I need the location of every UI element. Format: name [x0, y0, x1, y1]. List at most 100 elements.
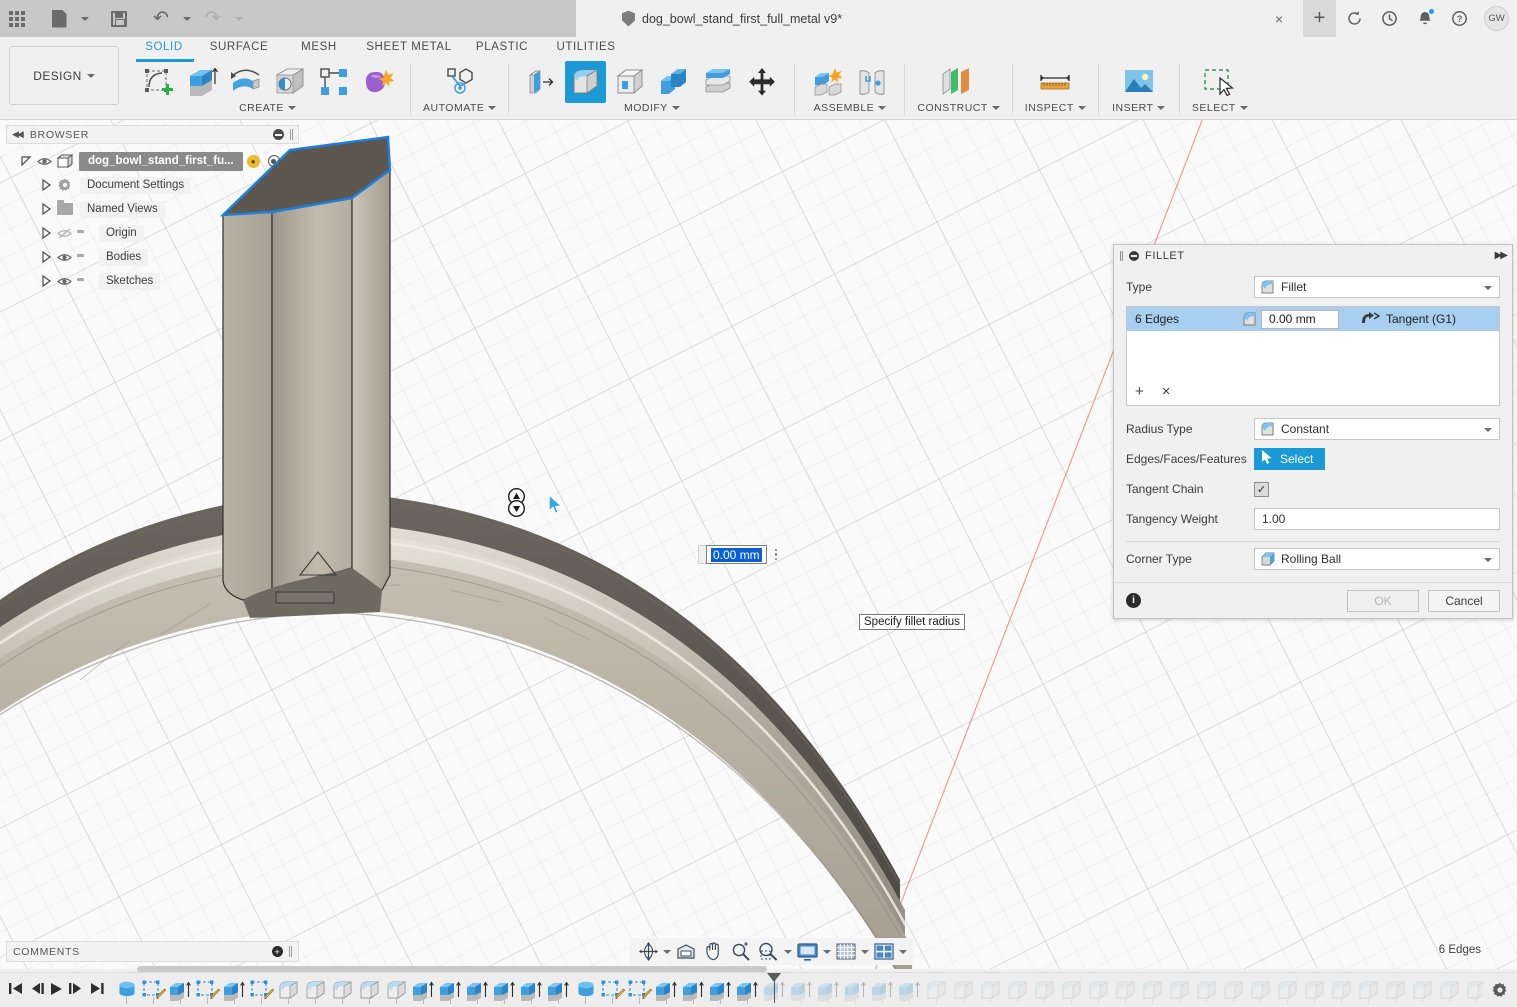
timeline-feature-fillet[interactable]: [950, 977, 977, 1003]
add-comment-icon[interactable]: +: [272, 946, 283, 957]
inline-radius-input-group[interactable]: 0.00 mm: [698, 545, 777, 564]
grid-dropdown-caret-icon[interactable]: [861, 950, 869, 954]
go-to-end-button[interactable]: [90, 982, 104, 998]
inline-input-drag-handle[interactable]: [698, 545, 706, 564]
timeline-feature-extrude[interactable]: [518, 977, 545, 1003]
avatar[interactable]: GW: [1484, 6, 1509, 31]
fillet-type-select[interactable]: Fillet: [1254, 276, 1500, 298]
timeline-feature-fillet[interactable]: [1409, 977, 1436, 1003]
comments-panel[interactable]: COMMENTS +: [6, 941, 299, 962]
corner-type-select[interactable]: Rolling Ball: [1254, 548, 1500, 570]
timeline-feature-extrude[interactable]: [545, 977, 572, 1003]
timeline-feature-fillet[interactable]: [1004, 977, 1031, 1003]
comments-resize-grip[interactable]: [289, 946, 292, 957]
timeline-feature-sketch-edit[interactable]: [194, 977, 221, 1003]
timeline-feature-fillet[interactable]: [1463, 977, 1483, 1003]
ribbon-group-create-label[interactable]: CREATE: [239, 102, 296, 114]
fillet-button[interactable]: [565, 61, 606, 103]
viewports-icon[interactable]: [871, 940, 897, 964]
chevron-right-icon[interactable]: [40, 227, 52, 239]
step-back-button[interactable]: [29, 982, 44, 998]
tangency-weight-input[interactable]: 1.00: [1254, 508, 1500, 530]
timeline-feature-sketch-edit[interactable]: [248, 977, 275, 1003]
visibility-eye-off-icon[interactable]: [55, 228, 74, 239]
press-pull-button[interactable]: [521, 61, 562, 103]
timeline-feature-fillet[interactable]: [1220, 977, 1247, 1003]
timeline-feature-fillet[interactable]: [1112, 977, 1139, 1003]
visibility-eye-icon[interactable]: [55, 276, 74, 287]
timeline-feature-extrude[interactable]: [815, 977, 842, 1003]
timeline-feature-fillet[interactable]: [1274, 977, 1301, 1003]
ok-button[interactable]: OK: [1347, 590, 1419, 612]
browser-minimize-icon[interactable]: [273, 129, 284, 140]
dialog-expand-icon[interactable]: ▶▶: [1495, 250, 1506, 261]
timeline-feature-fillet[interactable]: [1085, 977, 1112, 1003]
new-tab-button[interactable]: +: [1303, 0, 1336, 37]
tab-mesh[interactable]: MESH: [282, 37, 356, 57]
collapse-browser-icon[interactable]: ◀◀: [12, 129, 22, 140]
hole-button[interactable]: [269, 61, 310, 103]
measure-button[interactable]: [1027, 61, 1083, 103]
value-spinner-handle[interactable]: [502, 488, 531, 517]
file-dropdown-caret-icon[interactable]: [76, 0, 94, 37]
timeline-feature-extrude[interactable]: [491, 977, 518, 1003]
timeline-marker[interactable]: [774, 973, 775, 1003]
fillet-continuity-selector[interactable]: Tangent (G1): [1361, 311, 1456, 328]
timeline-feature-fillet[interactable]: [1382, 977, 1409, 1003]
timeline-feature-sketch-edit[interactable]: [626, 977, 653, 1003]
activate-component-radio[interactable]: [268, 155, 280, 167]
visibility-eye-icon[interactable]: [35, 156, 54, 167]
timeline-feature-fillet[interactable]: [1031, 977, 1058, 1003]
timeline-feature-fillet[interactable]: [1301, 977, 1328, 1003]
timeline-feature-fillet[interactable]: [1328, 977, 1355, 1003]
extrude-button[interactable]: [181, 61, 222, 103]
cancel-button[interactable]: Cancel: [1428, 590, 1500, 612]
combine-button[interactable]: [653, 61, 694, 103]
ribbon-group-select-label[interactable]: SELECT: [1192, 102, 1248, 114]
timeline-feature-extrude[interactable]: [410, 977, 437, 1003]
file-icon[interactable]: [42, 0, 76, 37]
tab-sheet-metal[interactable]: SHEET METAL: [356, 37, 462, 57]
dialog-collapse-icon[interactable]: [1129, 251, 1139, 261]
timeline-feature-extrude[interactable]: [167, 977, 194, 1003]
help-icon[interactable]: ?: [1443, 0, 1476, 37]
timeline-feature-fillet[interactable]: [1355, 977, 1382, 1003]
create-form-button[interactable]: [357, 61, 398, 103]
browser-item-origin[interactable]: Origin: [6, 221, 299, 245]
chevron-right-icon[interactable]: [40, 179, 52, 191]
fillet-dialog-titlebar[interactable]: FILLET ▶▶: [1114, 245, 1512, 266]
offset-face-button[interactable]: [697, 61, 738, 103]
select-tool-button[interactable]: [1192, 61, 1248, 103]
timeline-feature-extrude[interactable]: [221, 977, 248, 1003]
close-tab-button[interactable]: ×: [1275, 11, 1283, 27]
fillet-radius-input[interactable]: 0.00 mm: [1261, 310, 1339, 329]
look-at-icon[interactable]: [673, 940, 699, 964]
browser-item-named-views[interactable]: Named Views: [6, 197, 299, 221]
revolve-button[interactable]: [225, 61, 266, 103]
undo-dropdown-caret-icon[interactable]: [178, 0, 196, 37]
ribbon-group-construct-label[interactable]: CONSTRUCT: [917, 102, 999, 114]
ribbon-group-inspect-label[interactable]: INSPECT: [1025, 102, 1086, 114]
new-component-button[interactable]: [807, 61, 848, 103]
grid-settings-icon[interactable]: [833, 940, 859, 964]
timeline-feature-extrude[interactable]: [842, 977, 869, 1003]
browser-item-document-settings[interactable]: Document Settings: [6, 173, 299, 197]
automate-button[interactable]: [439, 61, 480, 103]
zoom-dropdown-caret-icon[interactable]: [784, 950, 792, 954]
browser-item-root[interactable]: dog_bowl_stand_first_fu... ●: [6, 149, 299, 173]
inline-input-options-icon[interactable]: [775, 549, 778, 561]
notifications-icon[interactable]: [1408, 0, 1441, 37]
timeline-feature-extrude[interactable]: [464, 977, 491, 1003]
shell-button[interactable]: [609, 61, 650, 103]
timeline-feature-sketch[interactable]: [113, 977, 140, 1003]
inline-radius-input[interactable]: 0.00 mm: [706, 545, 767, 564]
apps-grid-icon[interactable]: [0, 0, 34, 37]
timeline-feature-fillet[interactable]: [329, 977, 356, 1003]
timeline-feature-fillet[interactable]: [383, 977, 410, 1003]
timeline-feature-sketch[interactable]: [572, 977, 599, 1003]
timeline-feature-extrude[interactable]: [734, 977, 761, 1003]
move-copy-button[interactable]: [741, 61, 782, 103]
redo-dropdown-caret-icon[interactable]: [230, 0, 248, 37]
tab-utilities[interactable]: UTILITIES: [542, 37, 630, 57]
timeline-feature-fillet[interactable]: [356, 977, 383, 1003]
